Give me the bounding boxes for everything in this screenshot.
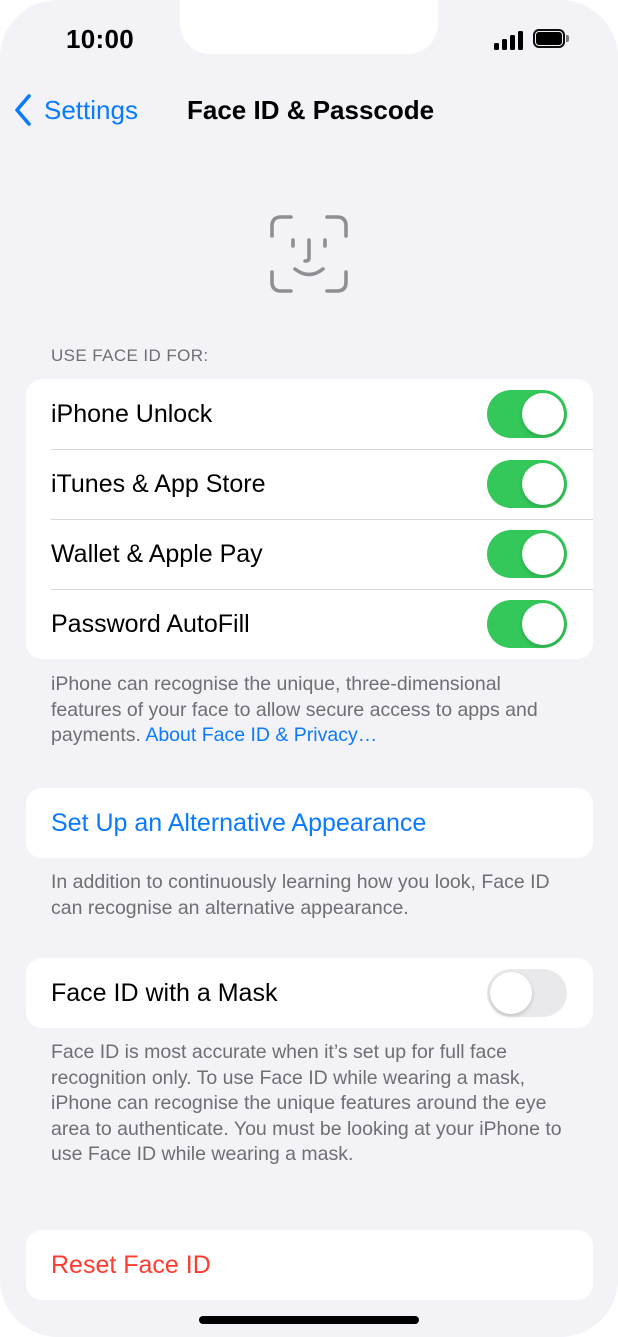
row-wallet-apple-pay: Wallet & Apple Pay	[26, 519, 593, 589]
alternative-appearance-label: Set Up an Alternative Appearance	[51, 808, 427, 837]
alternative-appearance-footnote: In addition to continuously learning how…	[51, 871, 550, 919]
use-face-id-group: iPhone Unlock iTunes & App Store Wallet …	[26, 379, 593, 659]
iphone-unlock-toggle[interactable]	[487, 390, 567, 438]
row-face-id-with-mask: Face ID with a Mask	[26, 958, 593, 1028]
mask-footnote: Face ID is most accurate when it’s set u…	[51, 1041, 562, 1165]
page-title: Face ID & Passcode	[187, 95, 435, 125]
row-label: iPhone Unlock	[51, 399, 213, 428]
set-up-alternative-appearance-button[interactable]: Set Up an Alternative Appearance	[26, 788, 593, 858]
row-label: Wallet & Apple Pay	[51, 539, 263, 568]
face-id-icon	[270, 215, 348, 293]
about-face-id-privacy-link[interactable]: About Face ID & Privacy…	[145, 724, 377, 746]
battery-icon	[533, 29, 569, 50]
row-label: Password AutoFill	[51, 609, 250, 638]
status-time: 10:00	[66, 24, 134, 54]
dynamic-notch	[180, 0, 438, 54]
section-header-use-face-id: USE FACE ID FOR:	[51, 346, 209, 365]
cellular-signal-icon	[494, 30, 524, 50]
row-password-autofill: Password AutoFill	[26, 589, 593, 659]
wallet-apple-pay-toggle[interactable]	[487, 530, 567, 578]
reset-face-id-label: Reset Face ID	[51, 1250, 211, 1279]
home-indicator[interactable]	[199, 1316, 419, 1324]
reset-group: Reset Face ID	[26, 1230, 593, 1300]
mask-group: Face ID with a Mask	[26, 958, 593, 1028]
face-id-footnote: iPhone can recognise the unique, three-d…	[51, 672, 571, 749]
phone-screen: 10:00 Settings Face ID & Passcode USE FA…	[0, 0, 618, 1337]
row-label: iTunes & App Store	[51, 469, 266, 498]
face-id-with-mask-toggle[interactable]	[487, 969, 567, 1017]
row-label: Face ID with a Mask	[51, 978, 278, 1007]
chevron-left-icon	[15, 94, 31, 126]
itunes-app-store-toggle[interactable]	[487, 460, 567, 508]
password-autofill-toggle[interactable]	[487, 600, 567, 648]
row-iphone-unlock: iPhone Unlock	[26, 379, 593, 449]
back-button[interactable]: Settings	[14, 92, 138, 128]
back-button-label: Settings	[44, 94, 138, 125]
reset-face-id-button[interactable]: Reset Face ID	[26, 1230, 593, 1300]
row-itunes-app-store: iTunes & App Store	[26, 449, 593, 519]
alternative-appearance-group: Set Up an Alternative Appearance	[26, 788, 593, 858]
